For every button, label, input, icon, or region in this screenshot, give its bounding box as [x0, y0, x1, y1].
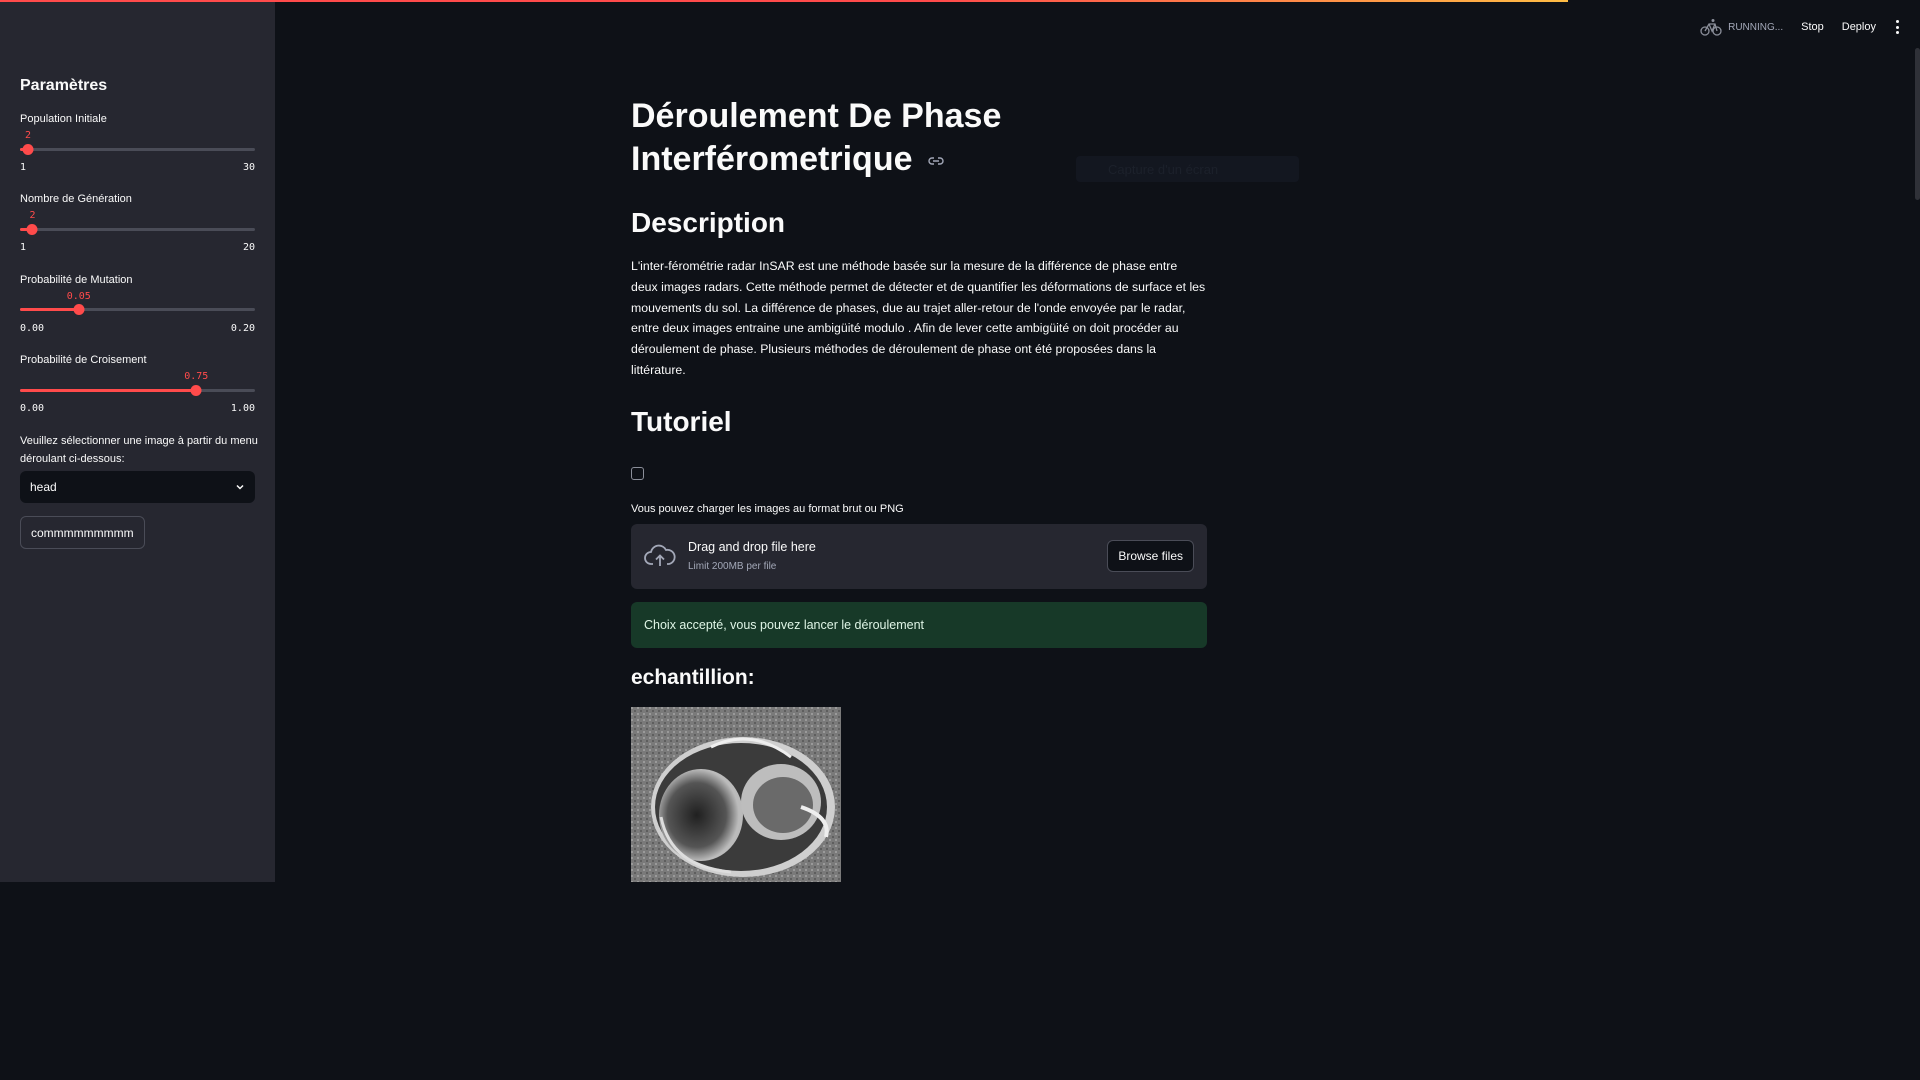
cloud-upload-icon [644, 544, 676, 566]
success-alert: Choix accepté, vous pouvez lancer le dér… [631, 602, 1207, 648]
sidebar-title: Paramètres [20, 77, 108, 94]
slider-thumb[interactable] [73, 304, 85, 315]
description-heading: Description [631, 207, 786, 238]
slider-mutation[interactable] [20, 304, 255, 315]
slider-fill [20, 308, 79, 311]
slider-max-population: 30 [242, 162, 255, 173]
link-icon[interactable] [928, 156, 944, 166]
description-text: L'inter-férométrie radar InSAR est une m… [631, 259, 1206, 377]
page-title-text: Déroulement De Phase Interférometrique [631, 97, 1002, 178]
running-label: RUNNING... [1728, 21, 1784, 33]
running-status: RUNNING... [1700, 18, 1783, 36]
bicycle-icon [1700, 19, 1722, 36]
slider-min-generation: 1 [20, 242, 27, 253]
slider-value-mutation: 0.05 [66, 291, 91, 302]
slider-label-generation: Nombre de Génération [20, 193, 132, 205]
slider-generation[interactable] [20, 224, 255, 235]
slider-max-generation: 20 [242, 242, 255, 253]
slider-min-population: 1 [20, 162, 27, 173]
deploy-button[interactable]: Deploy [1842, 21, 1876, 33]
dropzone-title: Drag and drop file here [688, 540, 816, 554]
slider-label-crossover: Probabilité de Croisement [20, 354, 147, 366]
slider-min-mutation: 0.00 [20, 323, 45, 334]
slider-value-generation: 2 [29, 210, 36, 221]
image-select-value: head [30, 480, 57, 494]
browse-files-button[interactable]: Browse files [1107, 540, 1194, 572]
upload-label: Vous pouvez charger les images au format… [631, 503, 904, 515]
sample-phase-image [631, 707, 841, 882]
file-dropzone[interactable]: Drag and drop file here Limit 200MB per … [631, 524, 1207, 589]
slider-value-crossover: 0.75 [184, 371, 209, 382]
tutorial-heading: Tutoriel [631, 406, 732, 437]
slider-value-population: 2 [24, 130, 31, 141]
dropzone-limit: Limit 200MB per file [688, 561, 777, 572]
slider-thumb[interactable] [22, 144, 34, 155]
scrollbar-thumb[interactable] [1915, 48, 1920, 200]
slider-min-crossover: 0.00 [20, 403, 45, 414]
slider-max-crossover: 1.00 [230, 403, 255, 414]
slider-population[interactable] [20, 144, 255, 155]
main-menu-icon[interactable] [1894, 20, 1900, 34]
slider-label-population: Population Initiale [20, 113, 107, 125]
image-select[interactable]: head [20, 471, 255, 503]
sample-heading: echantillion: [631, 666, 755, 689]
slider-thumb[interactable] [190, 385, 202, 396]
sidebar-action-button[interactable]: commmmmmmmm [20, 516, 145, 549]
sidebar: Paramètres Population Initiale 2 1 30 No… [0, 0, 275, 882]
slider-max-mutation: 0.20 [230, 323, 255, 334]
slider-label-mutation: Probabilité de Mutation [20, 274, 133, 286]
app-header: RUNNING... Stop Deploy [1700, 18, 1900, 36]
chevron-down-icon [236, 484, 244, 490]
page-title: Déroulement De Phase Interférometrique [631, 95, 1011, 181]
slider-crossover[interactable] [20, 385, 255, 396]
tutorial-checkbox[interactable] [631, 467, 644, 480]
slider-thumb[interactable] [26, 224, 38, 235]
stop-button[interactable]: Stop [1801, 21, 1824, 33]
image-select-label: Veuillez sélectionner une image à partir… [20, 435, 258, 465]
top-decoration-bar [0, 0, 1568, 2]
slider-fill [20, 389, 197, 392]
ghost-overlay: Capture d'un écran [1076, 156, 1299, 182]
